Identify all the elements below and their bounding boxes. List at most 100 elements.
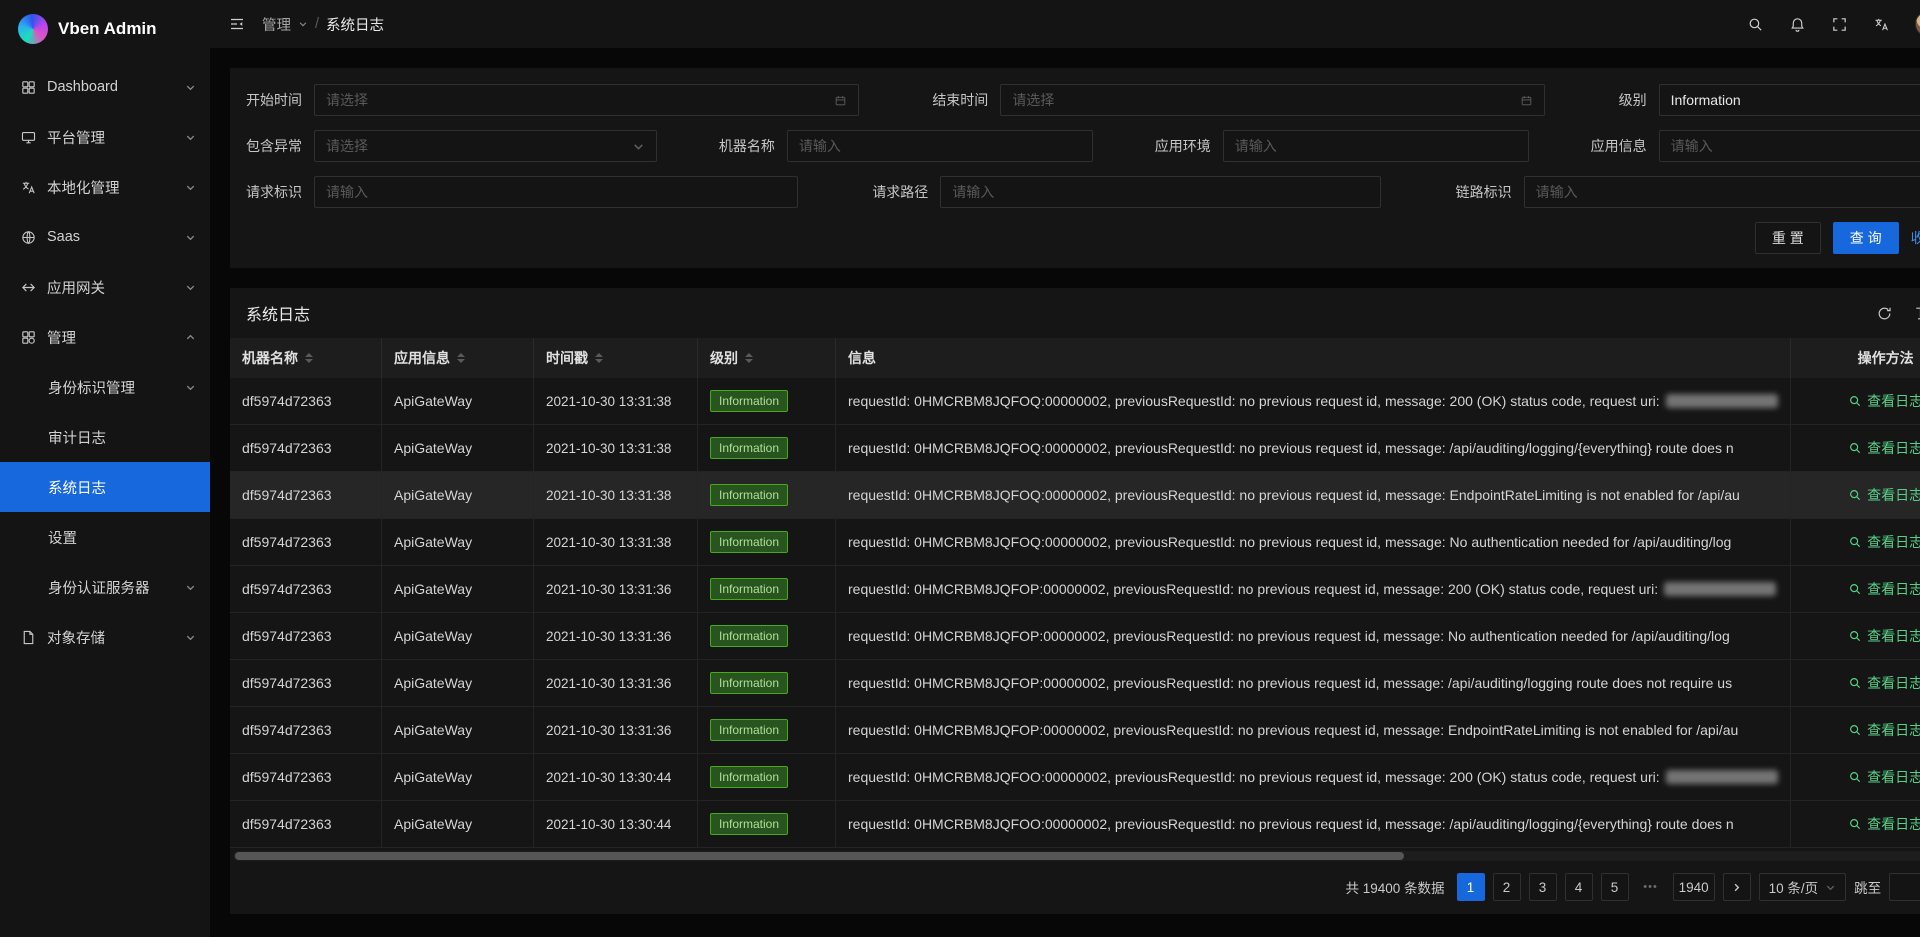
page-button-1940[interactable]: 1940 bbox=[1673, 873, 1715, 901]
menu-fold-icon[interactable] bbox=[228, 15, 246, 33]
sidebar-item-platform[interactable]: 平台管理 bbox=[0, 112, 210, 162]
bell-icon[interactable] bbox=[1789, 16, 1806, 33]
request-path-input[interactable]: 请输入 bbox=[940, 176, 1381, 208]
column-header-app[interactable]: 应用信息 bbox=[382, 338, 534, 378]
sidebar-item-gateway[interactable]: 应用网关 bbox=[0, 262, 210, 312]
table-row[interactable]: df5974d72363 ApiGateWay 2021-10-30 13:31… bbox=[230, 566, 1920, 613]
redacted-text bbox=[1664, 582, 1776, 596]
cell-actions: 查看日志 bbox=[1791, 660, 1920, 706]
table-row[interactable]: df5974d72363 ApiGateWay 2021-10-30 13:31… bbox=[230, 707, 1920, 754]
page-button-4[interactable]: 4 bbox=[1565, 873, 1593, 901]
redacted-text bbox=[1666, 394, 1778, 408]
table-row[interactable]: df5974d72363 ApiGateWay 2021-10-30 13:31… bbox=[230, 519, 1920, 566]
level-field: 级别 Information bbox=[1619, 84, 1920, 116]
app-env-input[interactable]: 请输入 bbox=[1223, 130, 1529, 162]
column-header-machine[interactable]: 机器名称 bbox=[230, 338, 382, 378]
start-time-input[interactable]: 请选择 bbox=[314, 84, 859, 116]
view-log-link[interactable]: 查看日志 bbox=[1848, 626, 1920, 646]
sidebar-item-auth-server[interactable]: 身份认证服务器 bbox=[0, 562, 210, 612]
table-row[interactable]: df5974d72363 ApiGateWay 2021-10-30 13:31… bbox=[230, 378, 1920, 425]
column-header-timestamp[interactable]: 时间戳 bbox=[534, 338, 698, 378]
column-header-level[interactable]: 级别 bbox=[698, 338, 836, 378]
collapse-link[interactable]: 收起 bbox=[1911, 228, 1920, 248]
view-log-link[interactable]: 查看日志 bbox=[1848, 814, 1920, 834]
cell-actions: 查看日志 bbox=[1791, 519, 1920, 565]
sidebar-item-saas[interactable]: Saas bbox=[0, 212, 210, 262]
app-info-input[interactable]: 请输入 bbox=[1659, 130, 1920, 162]
sort-icon[interactable] bbox=[745, 353, 753, 363]
logo[interactable]: Vben Admin bbox=[0, 0, 210, 58]
chevron-down-icon bbox=[632, 140, 645, 153]
fullscreen-icon[interactable] bbox=[1831, 16, 1848, 33]
table-row[interactable]: df5974d72363 ApiGateWay 2021-10-30 13:31… bbox=[230, 425, 1920, 472]
view-log-link[interactable]: 查看日志 bbox=[1848, 579, 1920, 599]
table-row[interactable]: df5974d72363 ApiGateWay 2021-10-30 13:30… bbox=[230, 754, 1920, 801]
reset-button[interactable]: 重 置 bbox=[1755, 222, 1821, 254]
scrollbar-thumb[interactable] bbox=[235, 852, 1404, 860]
sidebar-item-audit-logs[interactable]: 审计日志 bbox=[0, 412, 210, 462]
sidebar-item-label: 身份标识管理 bbox=[48, 377, 135, 398]
view-log-link[interactable]: 查看日志 bbox=[1848, 438, 1920, 458]
view-log-link[interactable]: 查看日志 bbox=[1848, 391, 1920, 411]
cell-app-info: ApiGateWay bbox=[382, 472, 534, 518]
avatar[interactable] bbox=[1915, 11, 1920, 37]
cell-machine-name: df5974d72363 bbox=[230, 801, 382, 847]
sidebar-item-settings[interactable]: 设置 bbox=[0, 512, 210, 562]
cell-actions: 查看日志 bbox=[1791, 754, 1920, 800]
level-select[interactable]: Information bbox=[1659, 84, 1920, 116]
level-badge: Information bbox=[710, 390, 788, 412]
sidebar-item-system-logs[interactable]: 系统日志 bbox=[0, 462, 210, 512]
table-row[interactable]: df5974d72363 ApiGateWay 2021-10-30 13:31… bbox=[230, 472, 1920, 519]
table-row[interactable]: df5974d72363 ApiGateWay 2021-10-30 13:31… bbox=[230, 660, 1920, 707]
cell-actions: 查看日志 bbox=[1791, 425, 1920, 471]
cell-timestamp: 2021-10-30 13:30:44 bbox=[534, 801, 698, 847]
next-page-button[interactable] bbox=[1723, 873, 1751, 901]
sidebar-item-manage[interactable]: 管理 bbox=[0, 312, 210, 362]
level-badge: Information bbox=[710, 719, 788, 741]
page-button-2[interactable]: 2 bbox=[1493, 873, 1521, 901]
table-row[interactable]: df5974d72363 ApiGateWay 2021-10-30 13:30… bbox=[230, 801, 1920, 848]
page-button-1[interactable]: 1 bbox=[1457, 873, 1485, 901]
view-log-link[interactable]: 查看日志 bbox=[1848, 485, 1920, 505]
translate-icon[interactable] bbox=[1873, 16, 1890, 33]
search-button[interactable]: 查 询 bbox=[1833, 222, 1899, 254]
level-label: 级别 bbox=[1619, 90, 1659, 110]
sort-icon[interactable] bbox=[595, 353, 603, 363]
sidebar-item-identity[interactable]: 身份标识管理 bbox=[0, 362, 210, 412]
page-size-select[interactable]: 10 条/页 bbox=[1759, 873, 1847, 901]
sort-icon[interactable] bbox=[305, 353, 313, 363]
panel-header: 系统日志 bbox=[230, 288, 1920, 338]
page-button-5[interactable]: 5 bbox=[1601, 873, 1629, 901]
view-log-link[interactable]: 查看日志 bbox=[1848, 673, 1920, 693]
breadcrumb-separator: / bbox=[315, 16, 319, 32]
horizontal-scrollbar bbox=[233, 851, 1920, 861]
font-size-icon[interactable] bbox=[1912, 305, 1920, 322]
include-exception-select[interactable]: 请选择 bbox=[314, 130, 657, 162]
breadcrumb-section[interactable]: 管理 bbox=[262, 14, 291, 35]
jump-page-input[interactable] bbox=[1889, 873, 1920, 901]
view-log-link[interactable]: 查看日志 bbox=[1848, 767, 1920, 787]
cell-machine-name: df5974d72363 bbox=[230, 472, 382, 518]
request-id-input[interactable]: 请输入 bbox=[314, 176, 798, 208]
view-log-link[interactable]: 查看日志 bbox=[1848, 532, 1920, 552]
refresh-icon[interactable] bbox=[1876, 305, 1893, 322]
sidebar-item-label: 应用网关 bbox=[47, 277, 105, 298]
calendar-icon bbox=[1520, 94, 1533, 107]
sidebar-item-localization[interactable]: 本地化管理 bbox=[0, 162, 210, 212]
cell-timestamp: 2021-10-30 13:31:36 bbox=[534, 707, 698, 753]
search-icon[interactable] bbox=[1747, 16, 1764, 33]
sidebar-item-object-storage[interactable]: 对象存储 bbox=[0, 612, 210, 662]
dashboard-icon bbox=[20, 79, 37, 96]
cell-message: requestId: 0HMCRBM8JQFOP:00000002, previ… bbox=[836, 613, 1791, 659]
level-badge: Information bbox=[710, 578, 788, 600]
end-time-input[interactable]: 请选择 bbox=[1000, 84, 1545, 116]
trace-id-input[interactable]: 请输入 bbox=[1524, 176, 1920, 208]
page-button-3[interactable]: 3 bbox=[1529, 873, 1557, 901]
page-ellipsis[interactable]: ••• bbox=[1637, 873, 1665, 901]
cell-machine-name: df5974d72363 bbox=[230, 660, 382, 706]
view-log-link[interactable]: 查看日志 bbox=[1848, 720, 1920, 740]
table-row[interactable]: df5974d72363 ApiGateWay 2021-10-30 13:31… bbox=[230, 613, 1920, 660]
sidebar-item-dashboard[interactable]: Dashboard bbox=[0, 62, 210, 112]
sort-icon[interactable] bbox=[457, 353, 465, 363]
machine-name-input[interactable]: 请输入 bbox=[787, 130, 1093, 162]
